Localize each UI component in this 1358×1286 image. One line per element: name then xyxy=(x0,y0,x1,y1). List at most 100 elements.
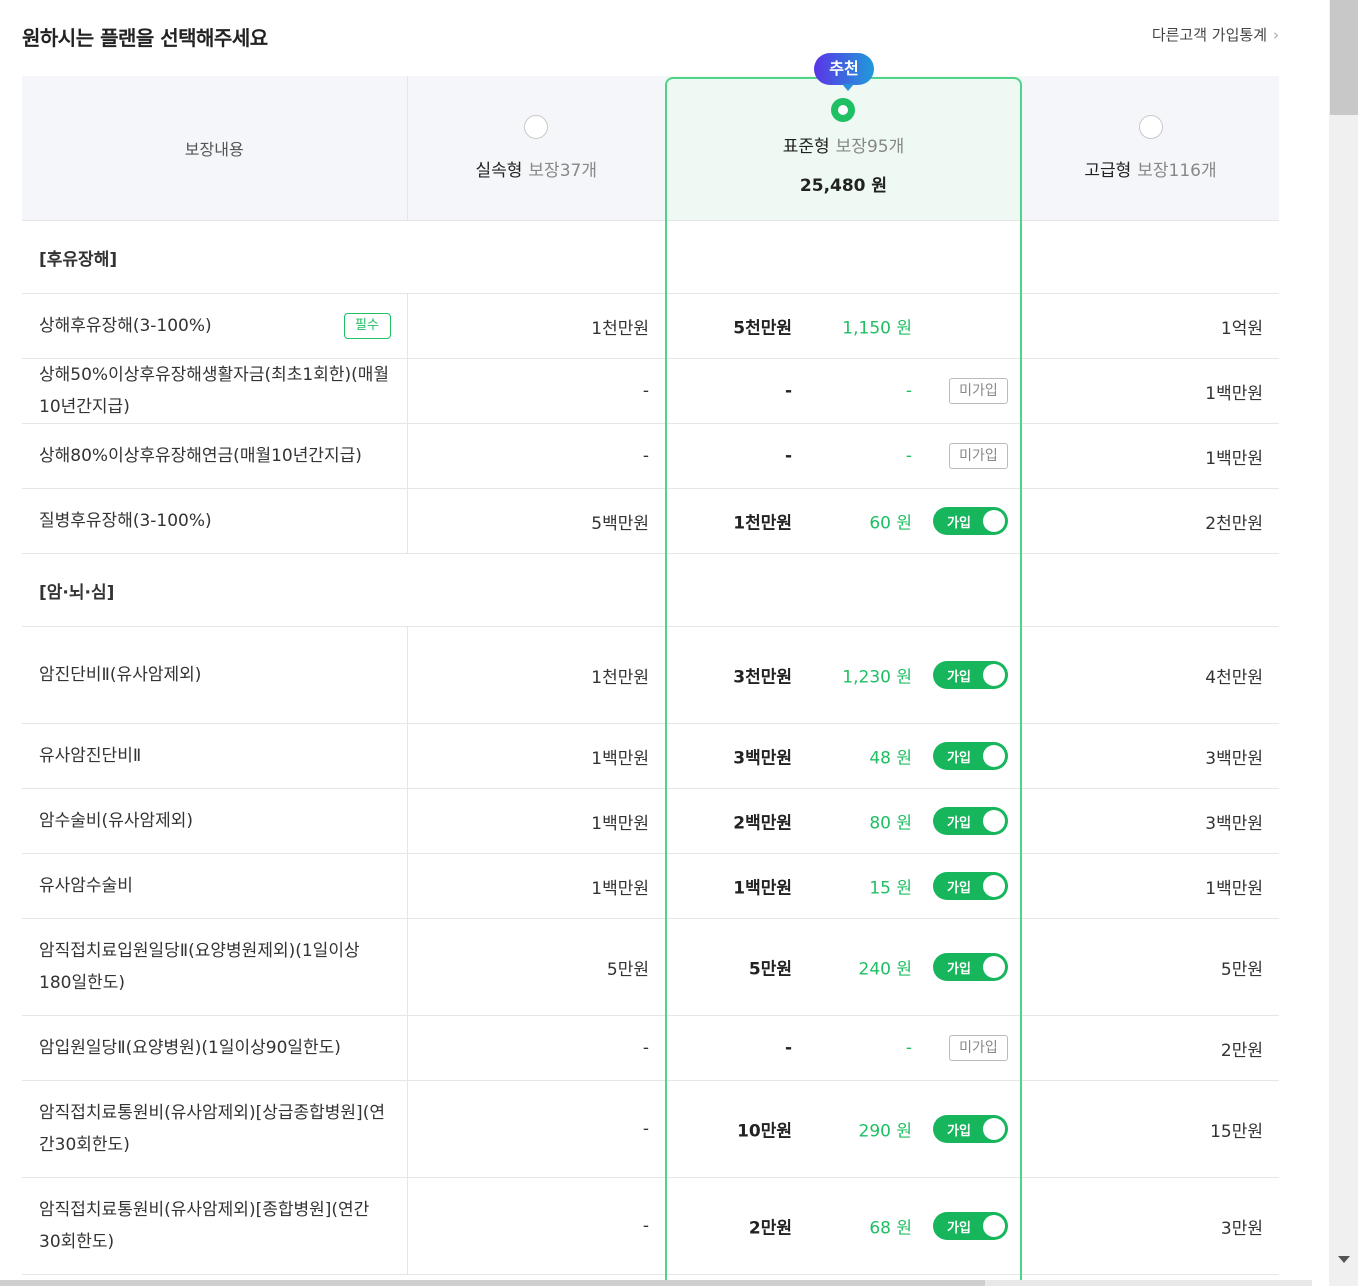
plan-advanced-header[interactable]: 고급형 보장116개 xyxy=(1022,76,1279,221)
join-toggle[interactable]: 가입 xyxy=(933,807,1008,835)
plan-advanced-radio[interactable] xyxy=(1138,115,1163,139)
horizontal-scrollbar[interactable] xyxy=(0,1280,1312,1286)
standard-cell-inner: 5천만원 1,150 원 xyxy=(665,294,1022,358)
coverage-name: 상해80%이상후유장해연금(매월10년간지급) xyxy=(39,446,362,466)
coverage-name-cell: 암직접치료통원비(유사암제외)[상급종합병원](연간30회한도) xyxy=(22,1080,408,1178)
standard-cell-inner: 3백만원 48 원 가입 xyxy=(665,724,1022,788)
standard-cell: 10만원 290 원 가입 xyxy=(665,1080,1022,1178)
coverage-name: 암직접치료통원비(유사암제외)[상급종합병원](연간30회한도) xyxy=(39,1103,385,1155)
standard-amount: 5천만원 xyxy=(733,318,792,339)
standard-cell-inner: 1백만원 15 원 가입 xyxy=(665,854,1022,918)
plan-standard-radio[interactable] xyxy=(831,98,855,122)
standard-premium: 68 원 xyxy=(869,1218,912,1239)
standard-cell: - - 미가입 xyxy=(665,1015,1022,1081)
coverage-name-cell: 암진단비Ⅱ(유사암제외) xyxy=(22,626,408,724)
advanced-amount: 3백만원 xyxy=(1022,723,1279,789)
toggle-knob xyxy=(983,875,1005,897)
advanced-amount: 5만원 xyxy=(1022,918,1279,1016)
standard-amount: 1천만원 xyxy=(733,513,792,534)
plan-basic-header[interactable]: 실속형 보장37개 xyxy=(407,76,665,221)
join-toggle-label: 가입 xyxy=(947,1221,971,1236)
customer-stats-link[interactable]: 다른고객 가입통계 › xyxy=(1152,24,1279,45)
scroll-down-arrow-icon[interactable] xyxy=(1338,1256,1350,1263)
standard-cell: - - 미가입 xyxy=(665,358,1022,424)
advanced-amount: 4천만원 xyxy=(1022,626,1279,724)
basic-amount: - xyxy=(407,1015,665,1081)
toggle-knob xyxy=(983,510,1005,532)
standard-premium: - xyxy=(905,381,912,401)
coverage-name-cell: 질병후유장해(3-100%) xyxy=(22,488,408,554)
coverage-name-cell: 암수술비(유사암제외) xyxy=(22,788,408,854)
coverage-name-cell: 유사암수술비 xyxy=(22,853,408,919)
basic-amount: 1백만원 xyxy=(407,853,665,919)
coverage-name: 암직접치료통원비(유사암제외)[종합병원](연간30회한도) xyxy=(39,1200,370,1252)
coverage-name-cell: 암직접치료입원일당Ⅱ(요양병원제외)(1일이상180일한도) xyxy=(22,918,408,1016)
coverage-row: 암입원일당Ⅱ(요양병원)(1일이상90일한도) - - - 미가입 2만원 xyxy=(22,1015,1279,1081)
join-toggle-label: 가입 xyxy=(947,516,971,531)
standard-premium: 1,230 원 xyxy=(842,667,912,688)
horizontal-scrollbar-thumb[interactable] xyxy=(0,1280,985,1286)
plan-standard-price: 25,480 원 xyxy=(799,176,888,196)
coverage-name-cell: 상해80%이상후유장해연금(매월10년간지급) xyxy=(22,423,408,489)
toggle-knob xyxy=(983,956,1005,978)
coverage-name-cell: 상해후유장해(3-100%) 필수 xyxy=(22,293,408,359)
advanced-amount: 1백만원 xyxy=(1022,423,1279,489)
basic-amount: 1천만원 xyxy=(407,626,665,724)
basic-amount: 1백만원 xyxy=(407,788,665,854)
standard-amount: - xyxy=(784,381,792,401)
standard-amount: - xyxy=(784,446,792,466)
standard-amount: 5만원 xyxy=(748,959,792,980)
join-toggle[interactable]: 가입 xyxy=(933,953,1008,981)
join-toggle[interactable]: 가입 xyxy=(933,661,1008,689)
standard-cell: 5만원 240 원 가입 xyxy=(665,918,1022,1016)
top-bar: 원하시는 플랜을 선택해주세요 다른고객 가입통계 › xyxy=(22,0,1279,76)
basic-amount: - xyxy=(407,1080,665,1178)
advanced-amount: 3백만원 xyxy=(1022,788,1279,854)
join-toggle[interactable]: 가입 xyxy=(933,507,1008,535)
coverage-row: 유사암진단비Ⅱ 1백만원 3백만원 48 원 가입 3백만원 xyxy=(22,723,1279,789)
plan-selection-page: 원하시는 플랜을 선택해주세요 다른고객 가입통계 › 보장내용 실속형 보장37개 xyxy=(22,0,1279,1275)
join-toggle-label: 가입 xyxy=(947,670,971,685)
plan-basic-radio[interactable] xyxy=(524,115,549,139)
advanced-amount: 1백만원 xyxy=(1022,853,1279,919)
plan-standard-name: 표준형 xyxy=(782,137,830,157)
standard-premium: 80 원 xyxy=(869,813,912,834)
standard-cell-inner: 2백만원 80 원 가입 xyxy=(665,789,1022,853)
join-toggle[interactable]: 가입 xyxy=(933,872,1008,900)
coverage-name-cell: 상해50%이상후유장해생활자금(최초1회한)(매월10년간지급) xyxy=(22,358,408,424)
plan-comparison-table: 보장내용 실속형 보장37개 표준형 보장95개 25,480 원 고급형 보장… xyxy=(22,76,1279,1275)
coverage-row: 상해50%이상후유장해생활자금(최초1회한)(매월10년간지급) - - - 미가입 1백… xyxy=(22,358,1279,424)
coverage-row: 상해후유장해(3-100%) 필수 1천만원 5천만원 1,150 원 1억원 xyxy=(22,293,1279,359)
section-title: [후유장해] xyxy=(22,220,1279,294)
join-toggle-label: 가입 xyxy=(947,1124,971,1139)
not-joined-button[interactable]: 미가입 xyxy=(949,443,1008,469)
scrollbar-thumb[interactable] xyxy=(1330,0,1358,115)
plan-standard-count: 보장95개 xyxy=(835,137,905,157)
standard-cell: 3천만원 1,230 원 가입 xyxy=(665,626,1022,724)
join-toggle[interactable]: 가입 xyxy=(933,1212,1008,1240)
not-joined-button[interactable]: 미가입 xyxy=(949,378,1008,404)
standard-cell-inner: 1천만원 60 원 가입 xyxy=(665,489,1022,553)
join-toggle[interactable]: 가입 xyxy=(933,1115,1008,1143)
basic-amount: 1천만원 xyxy=(407,293,665,359)
plan-header-row: 보장내용 실속형 보장37개 표준형 보장95개 25,480 원 고급형 보장… xyxy=(22,76,1279,221)
plan-basic-name: 실속형 xyxy=(475,161,523,181)
standard-cell: 3백만원 48 원 가입 xyxy=(665,723,1022,789)
coverage-name: 질병후유장해(3-100%) xyxy=(39,511,212,531)
not-joined-button[interactable]: 미가입 xyxy=(949,1035,1008,1061)
basic-amount: 5만원 xyxy=(407,918,665,1016)
standard-amount: 2만원 xyxy=(748,1218,792,1239)
advanced-amount: 1백만원 xyxy=(1022,358,1279,424)
section-title: [암·뇌·심] xyxy=(22,553,1279,627)
coverage-name-cell: 암입원일당Ⅱ(요양병원)(1일이상90일한도) xyxy=(22,1015,408,1081)
join-toggle-label: 가입 xyxy=(947,962,971,977)
standard-cell-inner: 2만원 68 원 가입 xyxy=(665,1178,1022,1274)
toggle-knob xyxy=(983,664,1005,686)
join-toggle[interactable]: 가입 xyxy=(933,742,1008,770)
coverage-row: 상해80%이상후유장해연금(매월10년간지급) - - - 미가입 1백만원 xyxy=(22,423,1279,489)
standard-cell: 1백만원 15 원 가입 xyxy=(665,853,1022,919)
advanced-amount: 1억원 xyxy=(1022,293,1279,359)
toggle-knob xyxy=(983,745,1005,767)
vertical-scrollbar[interactable] xyxy=(1312,0,1358,1286)
standard-cell: 2백만원 80 원 가입 xyxy=(665,788,1022,854)
